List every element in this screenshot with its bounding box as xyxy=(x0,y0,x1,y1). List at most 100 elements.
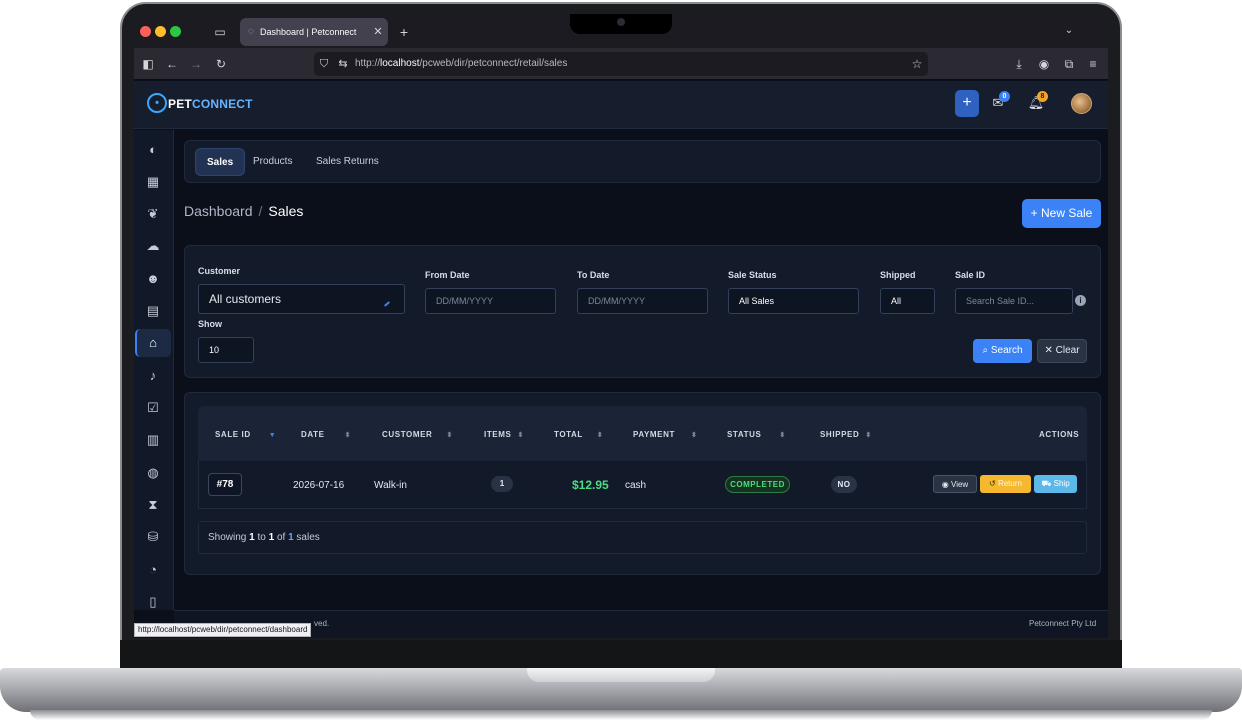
chat-icon[interactable]: ☁ xyxy=(145,238,161,254)
tab-sales[interactable]: Sales xyxy=(195,148,246,176)
app-logo[interactable]: PETCONNECT xyxy=(168,97,253,111)
eye-icon: ◉ xyxy=(941,480,951,489)
status-badge: COMPLETED xyxy=(725,476,790,493)
sale-status-select[interactable]: All Sales xyxy=(728,288,859,314)
account-icon[interactable]: ◉ xyxy=(1036,56,1052,72)
forward-icon[interactable]: → xyxy=(188,56,204,72)
show-label: Show xyxy=(198,319,222,329)
sort-icon: ⬍ xyxy=(865,432,872,439)
breadcrumb-current: Sales xyxy=(268,203,304,219)
calendar-icon[interactable]: ▦ xyxy=(145,174,161,190)
calendar-icon[interactable]: ▥ xyxy=(145,432,161,448)
cell-payment: cash xyxy=(625,480,647,491)
copyright-text: ved. xyxy=(314,619,330,628)
book-icon[interactable]: ▤ xyxy=(145,303,161,319)
sort-icon: ⬍ xyxy=(446,432,453,439)
extensions-icon[interactable]: ⧉ xyxy=(1061,56,1077,72)
bell-icon[interactable]: ♪ xyxy=(145,368,161,384)
cell-total: $12.95 xyxy=(572,478,609,492)
sidebar-toggle-icon[interactable]: ◧ xyxy=(140,56,156,72)
sort-icon: ⬍ xyxy=(596,432,604,439)
tab-overview-icon[interactable]: ▭ xyxy=(212,24,228,40)
col-date[interactable]: DATE ⬍ xyxy=(301,430,351,439)
col-sale-id[interactable]: SALE ID ▼ xyxy=(215,430,276,439)
zoom-window-button[interactable] xyxy=(170,26,181,37)
notifications-badge: 8 xyxy=(1037,91,1048,102)
customer-label: Customer xyxy=(198,266,241,276)
tab-sales-returns[interactable]: Sales Returns xyxy=(305,148,390,176)
url-text: http://localhost/pcweb/dir/petconnect/re… xyxy=(355,58,568,69)
sale-id-link[interactable]: #78 xyxy=(208,473,242,496)
col-items[interactable]: ITEMS ⬍ xyxy=(484,430,524,439)
col-shipped[interactable]: SHIPPED ⬍ xyxy=(820,430,872,439)
paw-logo-icon[interactable]: • xyxy=(147,93,167,113)
paw-icon[interactable]: ❦ xyxy=(145,206,161,222)
laptop-screen: ▭ ◌ Dashboard | Petconnect ✕ + ⌄ ◧ ← → ↻… xyxy=(134,14,1108,638)
calendar-check-icon[interactable]: ☑ xyxy=(145,400,161,416)
from-date-label: From Date xyxy=(425,270,470,280)
users-icon[interactable]: ☻ xyxy=(145,271,161,287)
file-icon[interactable]: ▯ xyxy=(145,594,161,610)
info-icon[interactable]: i xyxy=(1075,295,1086,306)
new-tab-icon[interactable]: + xyxy=(396,24,412,40)
breadcrumb-dashboard[interactable]: Dashboard xyxy=(184,203,253,219)
gauge-icon[interactable]: ◐ xyxy=(145,142,161,158)
breadcrumb: Dashboard / Sales xyxy=(184,203,304,219)
coins-icon[interactable]: ⛁ xyxy=(145,529,161,545)
tab-title: Dashboard | Petconnect xyxy=(260,27,357,37)
loading-spinner-icon: ◌ xyxy=(248,26,254,37)
search-icon: ⌕ xyxy=(982,345,991,356)
col-status[interactable]: STATUS ⬍ xyxy=(727,430,786,439)
col-customer[interactable]: CUSTOMER ⬍ xyxy=(382,430,453,439)
tab-list-chevron-icon[interactable]: ⌄ xyxy=(1061,23,1077,39)
site-info-icon[interactable]: ⇆ xyxy=(335,56,351,72)
bookmark-star-icon[interactable]: ☆ xyxy=(909,56,925,72)
sort-desc-icon: ▼ xyxy=(268,432,277,439)
store-icon[interactable]: ⌂ xyxy=(145,335,161,351)
return-button[interactable]: ↺ Return xyxy=(980,475,1031,493)
hourglass-icon[interactable]: ⧗ xyxy=(145,497,161,513)
show-count-select[interactable]: 10 xyxy=(198,337,254,363)
menu-icon[interactable]: ≡ xyxy=(1085,56,1101,72)
avatar[interactable] xyxy=(1071,93,1092,114)
downloads-icon[interactable]: ⤓ xyxy=(1011,56,1027,72)
plus-icon: + xyxy=(1030,206,1041,220)
clear-button[interactable]: ✕ Clear xyxy=(1037,339,1087,363)
tab-products[interactable]: Products xyxy=(242,148,303,176)
back-icon[interactable]: ← xyxy=(164,56,180,72)
close-tab-icon[interactable]: ✕ xyxy=(370,24,386,40)
minimize-window-button[interactable] xyxy=(155,26,166,37)
showing-text: Showing 1 to 1 of 1 sales xyxy=(208,532,320,543)
sort-icon: ⬍ xyxy=(344,432,352,439)
close-icon: ✕ xyxy=(1044,345,1056,356)
col-payment[interactable]: PAYMENT ⬍ xyxy=(633,430,697,439)
from-date-input[interactable]: DD/MM/YYYY xyxy=(425,288,556,314)
laptop-base-notch xyxy=(527,668,715,682)
col-total[interactable]: TOTAL ⬍ xyxy=(554,430,603,439)
shipped-badge: NO xyxy=(831,476,857,493)
customer-select[interactable]: All customers xyxy=(198,284,405,314)
shipped-label: Shipped xyxy=(880,270,916,280)
laptop-shadow xyxy=(30,710,1212,720)
cell-date: 2026-07-16 xyxy=(293,480,345,491)
shield-icon[interactable]: ⛉ xyxy=(316,56,332,72)
sale-id-input[interactable]: Search Sale ID... xyxy=(955,288,1073,314)
to-date-input[interactable]: DD/MM/YYYY xyxy=(577,288,708,314)
shipped-select[interactable]: All xyxy=(880,288,935,314)
view-button[interactable]: ◉ View xyxy=(933,475,977,493)
globe-icon[interactable]: ◍ xyxy=(145,465,161,481)
pagination-info xyxy=(198,521,1087,554)
search-button[interactable]: ⌕ Search xyxy=(973,339,1032,363)
cell-items: 1 xyxy=(491,476,513,492)
truck-icon: ⛟ xyxy=(1041,479,1054,488)
camera-notch xyxy=(570,14,672,34)
col-actions: ACTIONS xyxy=(1039,430,1080,439)
quick-add-button[interactable]: + xyxy=(955,90,979,117)
messages-badge: 0 xyxy=(999,91,1010,102)
pie-chart-icon[interactable]: ◔ xyxy=(145,562,161,578)
close-window-button[interactable] xyxy=(140,26,151,37)
ship-button[interactable]: ⛟ Ship xyxy=(1034,475,1077,493)
sort-icon: ⬍ xyxy=(779,432,786,439)
new-sale-button[interactable]: + New Sale xyxy=(1022,199,1101,228)
reload-icon[interactable]: ↻ xyxy=(213,56,229,72)
